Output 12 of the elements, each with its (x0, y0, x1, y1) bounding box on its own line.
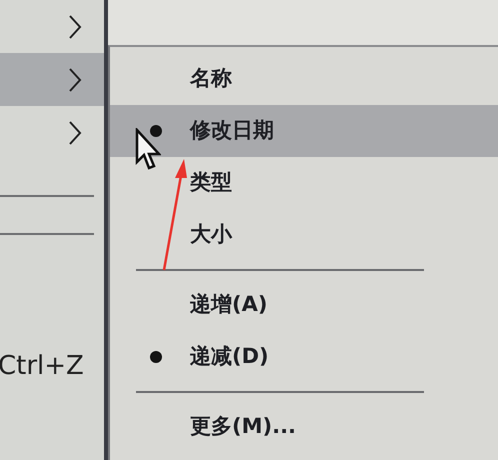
chevron-icon (68, 14, 82, 40)
menu-item[interactable] (0, 53, 104, 106)
menu-item[interactable]: 递减(D) (110, 331, 498, 383)
menu-item[interactable]: 递增(A) (110, 279, 498, 331)
menu-item[interactable]: 更多(M)... (110, 401, 498, 453)
cursor-icon (135, 128, 161, 172)
menu-item[interactable]: 修改日期 (110, 105, 498, 157)
menu-item[interactable]: 名称 (110, 53, 498, 105)
chevron-icon (68, 66, 82, 92)
menu-item[interactable]: 大小 (110, 209, 498, 261)
chevron-icon (68, 120, 82, 146)
menu-item[interactable]: 类型 (110, 157, 498, 209)
